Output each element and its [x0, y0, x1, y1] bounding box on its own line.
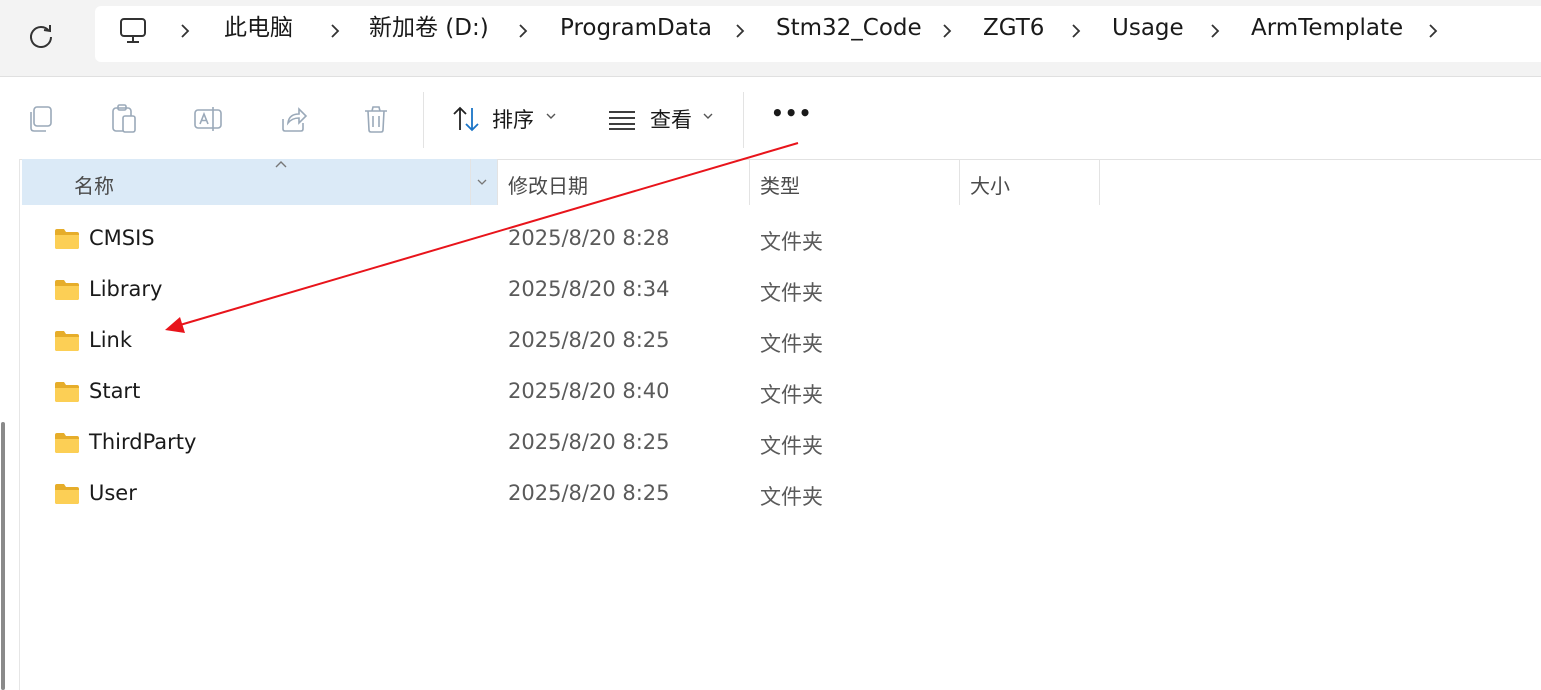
column-header-type[interactable]: 类型 [750, 159, 958, 205]
file-modified: 2025/8/20 8:25 [508, 481, 670, 505]
chevron-right-icon[interactable] [330, 24, 340, 38]
chevron-right-icon[interactable] [1428, 24, 1438, 38]
file-name: ThirdParty [89, 430, 197, 454]
navigation-bar: 此电脑 新加卷 (D:) ProgramData Stm32_Code ZGT6… [0, 0, 1541, 77]
file-modified: 2025/8/20 8:34 [508, 277, 670, 301]
file-row[interactable]: User 2025/8/20 8:25 文件夹 [22, 469, 1100, 520]
see-more-button[interactable]: ••• [771, 101, 812, 125]
folder-icon [55, 484, 79, 504]
file-modified: 2025/8/20 8:25 [508, 430, 670, 454]
toolbar-separator [423, 92, 424, 148]
column-header-name-label: 名称 [74, 174, 114, 198]
file-row[interactable]: Library 2025/8/20 8:34 文件夹 [22, 265, 1100, 316]
folder-icon [55, 331, 79, 351]
folder-icon [55, 280, 79, 300]
file-type: 文件夹 [760, 434, 823, 458]
command-bar: 排序 查看 ••• [0, 77, 1541, 160]
chevron-right-icon[interactable] [1210, 24, 1220, 38]
column-header-size-label: 大小 [970, 174, 1010, 198]
paste-icon[interactable] [108, 103, 140, 135]
file-type: 文件夹 [760, 383, 823, 407]
copy-icon[interactable] [25, 103, 57, 135]
chevron-down-icon[interactable] [546, 112, 556, 120]
chevron-right-icon[interactable] [1071, 24, 1081, 38]
breadcrumb-usage[interactable]: Usage [1112, 0, 1184, 56]
rename-icon[interactable] [192, 103, 224, 135]
view-button[interactable]: 查看 [650, 104, 692, 134]
chevron-down-icon[interactable] [477, 178, 487, 186]
breadcrumb-armtemplate[interactable]: ArmTemplate [1251, 0, 1403, 56]
sort-icon[interactable] [450, 103, 482, 135]
delete-icon[interactable] [360, 103, 392, 135]
this-pc-icon[interactable] [118, 16, 148, 46]
breadcrumb-this-pc[interactable]: 此电脑 [224, 0, 293, 56]
file-name: Link [89, 328, 133, 352]
file-name: User [89, 481, 137, 505]
column-divider[interactable] [470, 159, 471, 205]
breadcrumb-programdata[interactable]: ProgramData [560, 0, 712, 56]
chevron-down-icon[interactable] [703, 112, 713, 120]
chevron-right-icon[interactable] [180, 24, 190, 38]
chevron-right-icon[interactable] [735, 24, 745, 38]
chevron-right-icon[interactable] [942, 24, 952, 38]
breadcrumb-volume-d[interactable]: 新加卷 (D:) [369, 0, 489, 56]
file-type: 文件夹 [760, 485, 823, 509]
file-modified: 2025/8/20 8:28 [508, 226, 670, 250]
column-header-size[interactable]: 大小 [960, 159, 1099, 205]
refresh-icon[interactable] [27, 22, 55, 50]
file-name: CMSIS [89, 226, 155, 250]
column-header-modified-label: 修改日期 [508, 174, 588, 198]
breadcrumb-stm32-code[interactable]: Stm32_Code [776, 0, 922, 56]
file-name: Start [89, 379, 141, 403]
column-header-name[interactable]: 名称 [22, 159, 497, 205]
column-divider[interactable] [1099, 159, 1100, 205]
file-name: Library [89, 277, 163, 301]
view-icon[interactable] [606, 103, 638, 135]
share-icon[interactable] [277, 103, 309, 135]
column-header-modified[interactable]: 修改日期 [498, 159, 748, 205]
file-row[interactable]: Start 2025/8/20 8:40 文件夹 [22, 367, 1100, 418]
file-row[interactable]: CMSIS 2025/8/20 8:28 文件夹 [22, 214, 1100, 265]
navigation-pane-scrollbar[interactable] [1, 422, 5, 690]
sort-button[interactable]: 排序 [492, 104, 534, 134]
sort-ascending-icon [275, 161, 287, 168]
file-modified: 2025/8/20 8:25 [508, 328, 670, 352]
toolbar-separator [743, 92, 744, 148]
file-type: 文件夹 [760, 332, 823, 356]
folder-icon [55, 433, 79, 453]
file-row[interactable]: ThirdParty 2025/8/20 8:25 文件夹 [22, 418, 1100, 469]
folder-icon [55, 229, 79, 249]
chevron-right-icon[interactable] [518, 24, 528, 38]
file-modified: 2025/8/20 8:40 [508, 379, 670, 403]
column-header-type-label: 类型 [760, 174, 800, 198]
file-type: 文件夹 [760, 281, 823, 305]
folder-icon [55, 382, 79, 402]
file-type: 文件夹 [760, 230, 823, 254]
file-row[interactable]: Link 2025/8/20 8:25 文件夹 [22, 316, 1100, 367]
breadcrumb-zgt6[interactable]: ZGT6 [983, 0, 1044, 56]
